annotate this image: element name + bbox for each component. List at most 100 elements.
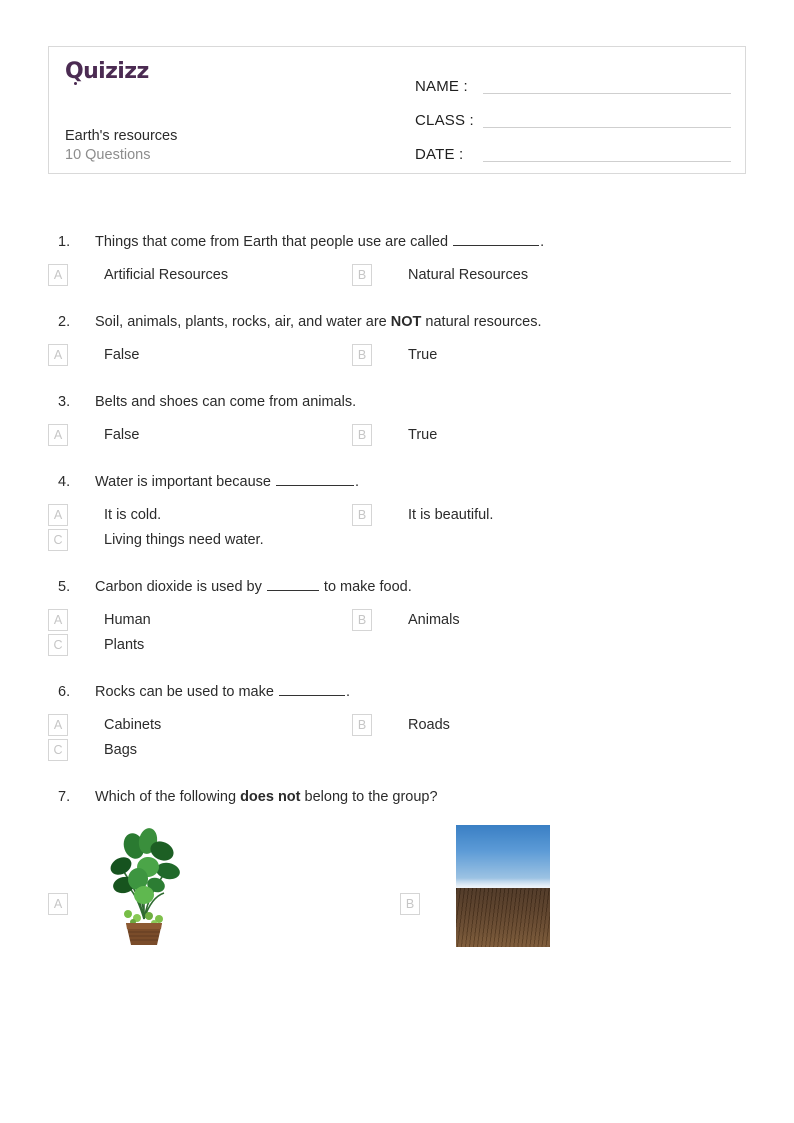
answer-blank[interactable] [266,577,319,591]
option-label: It is cold. [104,507,162,523]
answer-option-c[interactable]: C Living things need water. [0,529,352,551]
answer-option-c[interactable]: C Bags [0,739,352,761]
option-letter-badge[interactable]: B [352,504,372,526]
date-field-row: DATE : [415,131,731,165]
answer-option-a[interactable]: A Cabinets [0,714,352,736]
option-letter-badge[interactable]: C [48,634,68,656]
option-letter-badge[interactable]: A [48,609,68,631]
option-label: True [408,347,438,363]
class-field-label: CLASS : [415,112,474,129]
option-label: Living things need water. [104,532,264,548]
question-text-leading: Rocks can be used to make [95,684,278,700]
soil-region [456,888,550,947]
option-image [456,825,550,947]
answer-options-row: A False B True [0,344,794,366]
answer-option-a[interactable]: A It is cold. [0,504,352,526]
question-prompt-row: 5. Carbon dioxide is used by to make food… [0,577,794,597]
option-letter-badge[interactable]: A [48,893,68,915]
date-field-input[interactable] [483,160,731,162]
answer-option-a[interactable]: A False [0,424,352,446]
option-letter-badge[interactable]: B [352,714,372,736]
name-field-label: NAME : [415,78,468,95]
answer-image-options-row: A B [0,819,794,947]
option-letter-badge[interactable]: B [352,424,372,446]
answer-option-a[interactable]: A Human [0,609,352,631]
question-number: 7. [58,789,71,805]
answer-option-b[interactable]: B It is beautiful. [352,504,704,526]
question-block: 2. Soil, animals, plants, rocks, air, and… [0,312,794,366]
answer-options: A False B True [0,344,794,366]
answer-options-row: C Plants [0,634,794,656]
question-text-leading: Water is important because [95,474,275,490]
question-text-trailing: to make food. [319,579,412,595]
answer-options: A False B True [0,424,794,446]
question-block: 6. Rocks can be used to make . A Cabinets B R… [0,682,794,761]
option-label: False [104,347,140,363]
option-letter-badge[interactable]: A [48,264,68,286]
answer-option-c[interactable]: C Plants [0,634,352,656]
answer-option-b[interactable]: B Natural Resources [352,264,704,286]
answer-option-b[interactable]: B Roads [352,714,704,736]
question-text-leading: Soil, animals, plants, rocks, air, and w… [95,314,391,330]
quizizz-logo: Quizizz [65,61,149,85]
answer-options-row: A False B True [0,424,794,446]
questions-list: 1. Things that come from Earth that peopl… [0,232,794,947]
header-branding: Quizizz [65,61,395,85]
question-text: Rocks can be used to make . [95,682,350,702]
answer-blank[interactable] [275,472,354,486]
question-text-emphasis: NOT [390,314,422,330]
answer-options: A Human B Animals C Plants [0,609,794,656]
date-field-label: DATE : [415,146,464,163]
option-letter-badge[interactable]: C [48,739,68,761]
option-letter-badge[interactable]: A [48,424,68,446]
option-label: Natural Resources [408,267,529,283]
answer-blank[interactable] [278,682,345,696]
question-text-emphasis: does not [240,789,301,805]
cloud-band [456,878,550,889]
potted-plant-illustration [110,828,180,945]
option-letter-badge[interactable]: A [48,344,68,366]
answer-option-b[interactable]: B True [352,424,704,446]
option-label: Cabinets [104,717,162,733]
question-number: 1. [58,234,71,250]
name-field-input[interactable] [483,92,731,94]
answer-options-row: A Human B Animals [0,609,794,631]
question-block: 7. Which of the following does not belong… [0,787,794,947]
quizizz-logo-dot-icon [74,82,77,85]
question-text-leading: Carbon dioxide is used by [95,579,266,595]
question-text: Things that come from Earth that people … [95,232,544,252]
question-number: 6. [58,684,71,700]
answer-options: A Cabinets B Roads C Bags [0,714,794,761]
question-block: 5. Carbon dioxide is used by to make food… [0,577,794,656]
answer-option-b[interactable]: B True [352,344,704,366]
option-label: Artificial Resources [104,267,229,283]
answer-blank[interactable] [453,232,540,246]
option-letter-badge[interactable]: B [400,893,420,915]
option-letter-badge[interactable]: B [352,609,372,631]
question-prompt-row: 7. Which of the following does not belong… [0,787,794,807]
option-letter-badge[interactable]: B [352,344,372,366]
option-label: Roads [408,717,450,733]
question-block: 1. Things that come from Earth that peopl… [0,232,794,286]
question-prompt-row: 1. Things that come from Earth that peopl… [0,232,794,252]
class-field-input[interactable] [483,126,731,128]
answer-option-b[interactable]: B Animals [352,609,704,631]
option-letter-badge[interactable]: A [48,714,68,736]
option-letter-badge[interactable]: C [48,529,68,551]
question-prompt-row: 6. Rocks can be used to make . [0,682,794,702]
answer-option-a[interactable]: A Artificial Resources [0,264,352,286]
option-label: False [104,427,140,443]
answer-options-row: A Cabinets B Roads [0,714,794,736]
option-letter-badge[interactable]: A [48,504,68,526]
potted-plant-photo [104,819,184,947]
answer-option-b[interactable]: B [400,825,752,947]
answer-option-a[interactable]: A False [0,344,352,366]
option-letter-badge[interactable]: B [352,264,372,286]
question-text: Belts and shoes can come from animals. [95,392,356,412]
option-label: It is beautiful. [408,507,494,523]
answer-option-a[interactable]: A [0,819,400,947]
worksheet-header-card: Quizizz Earth's resources 10 Questions N… [48,46,746,174]
answer-options: A B [0,819,794,947]
question-text: Which of the following does not belong t… [95,787,438,807]
quiz-title: Earth's resources [65,128,178,144]
